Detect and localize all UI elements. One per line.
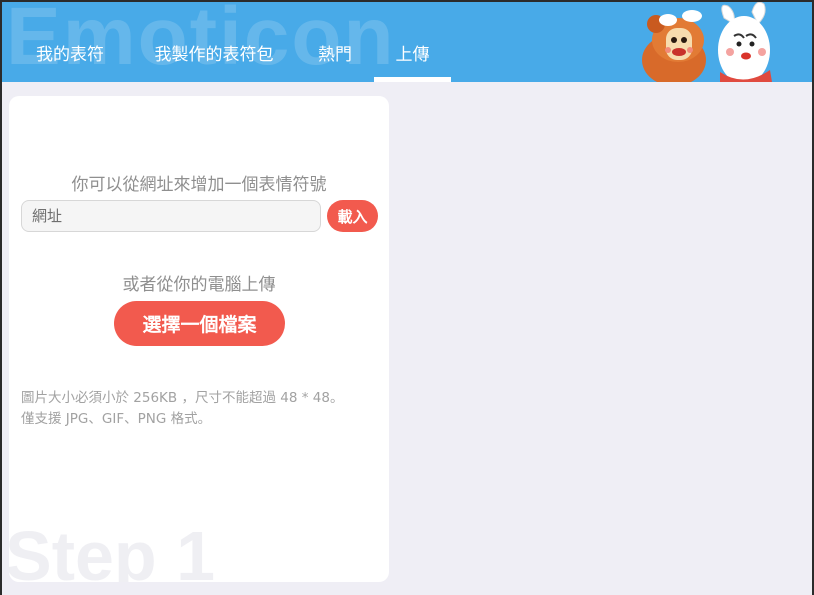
tab-label: 上傳 [395,45,430,65]
load-button[interactable]: 載入 [327,200,378,232]
choose-file-button[interactable]: 選擇一個檔案 [114,301,285,346]
mascot-illustration-icon [642,2,772,82]
tab-label: 我製作的表符包 [154,45,274,65]
url-hint: 你可以從網址來增加一個表情符號 [71,175,327,195]
computer-upload-hint: 或者從你的電腦上傳 [122,275,276,295]
upload-requirements-note: 圖片大小必須小於 256KB ，尺寸不能超過 48 * 48。 僅支援 JPG、… [21,388,383,430]
top-navigation-bar: Emoticon 我的表符 我製作的表符包 熱門 上傳 [2,2,812,82]
nav-tabs: 我的表符 我製作的表符包 熱門 上傳 [2,2,642,82]
size-limit-note: 圖片大小必須小於 256KB ，尺寸不能超過 48 * 48。 [21,390,344,406]
tab-my-emoticons[interactable]: 我的表符 [24,42,116,82]
tab-popular[interactable]: 熱門 [306,42,364,82]
url-input[interactable] [21,200,321,232]
step-watermark: Step 1 [9,517,216,582]
tab-label: 我的表符 [36,45,104,65]
tab-my-created-packs[interactable]: 我製作的表符包 [138,42,290,82]
app-window: Emoticon 我的表符 我製作的表符包 熱門 上傳 Step 1 你可以從網… [0,0,814,595]
upload-panel: Step 1 你可以從網址來增加一個表情符號 載入 或者從你的電腦上傳 選擇一個… [9,96,389,582]
tab-upload[interactable]: 上傳 [374,42,451,82]
tab-label: 熱門 [318,45,352,65]
format-note: 僅支援 JPG、GIF、PNG 格式。 [21,411,212,427]
